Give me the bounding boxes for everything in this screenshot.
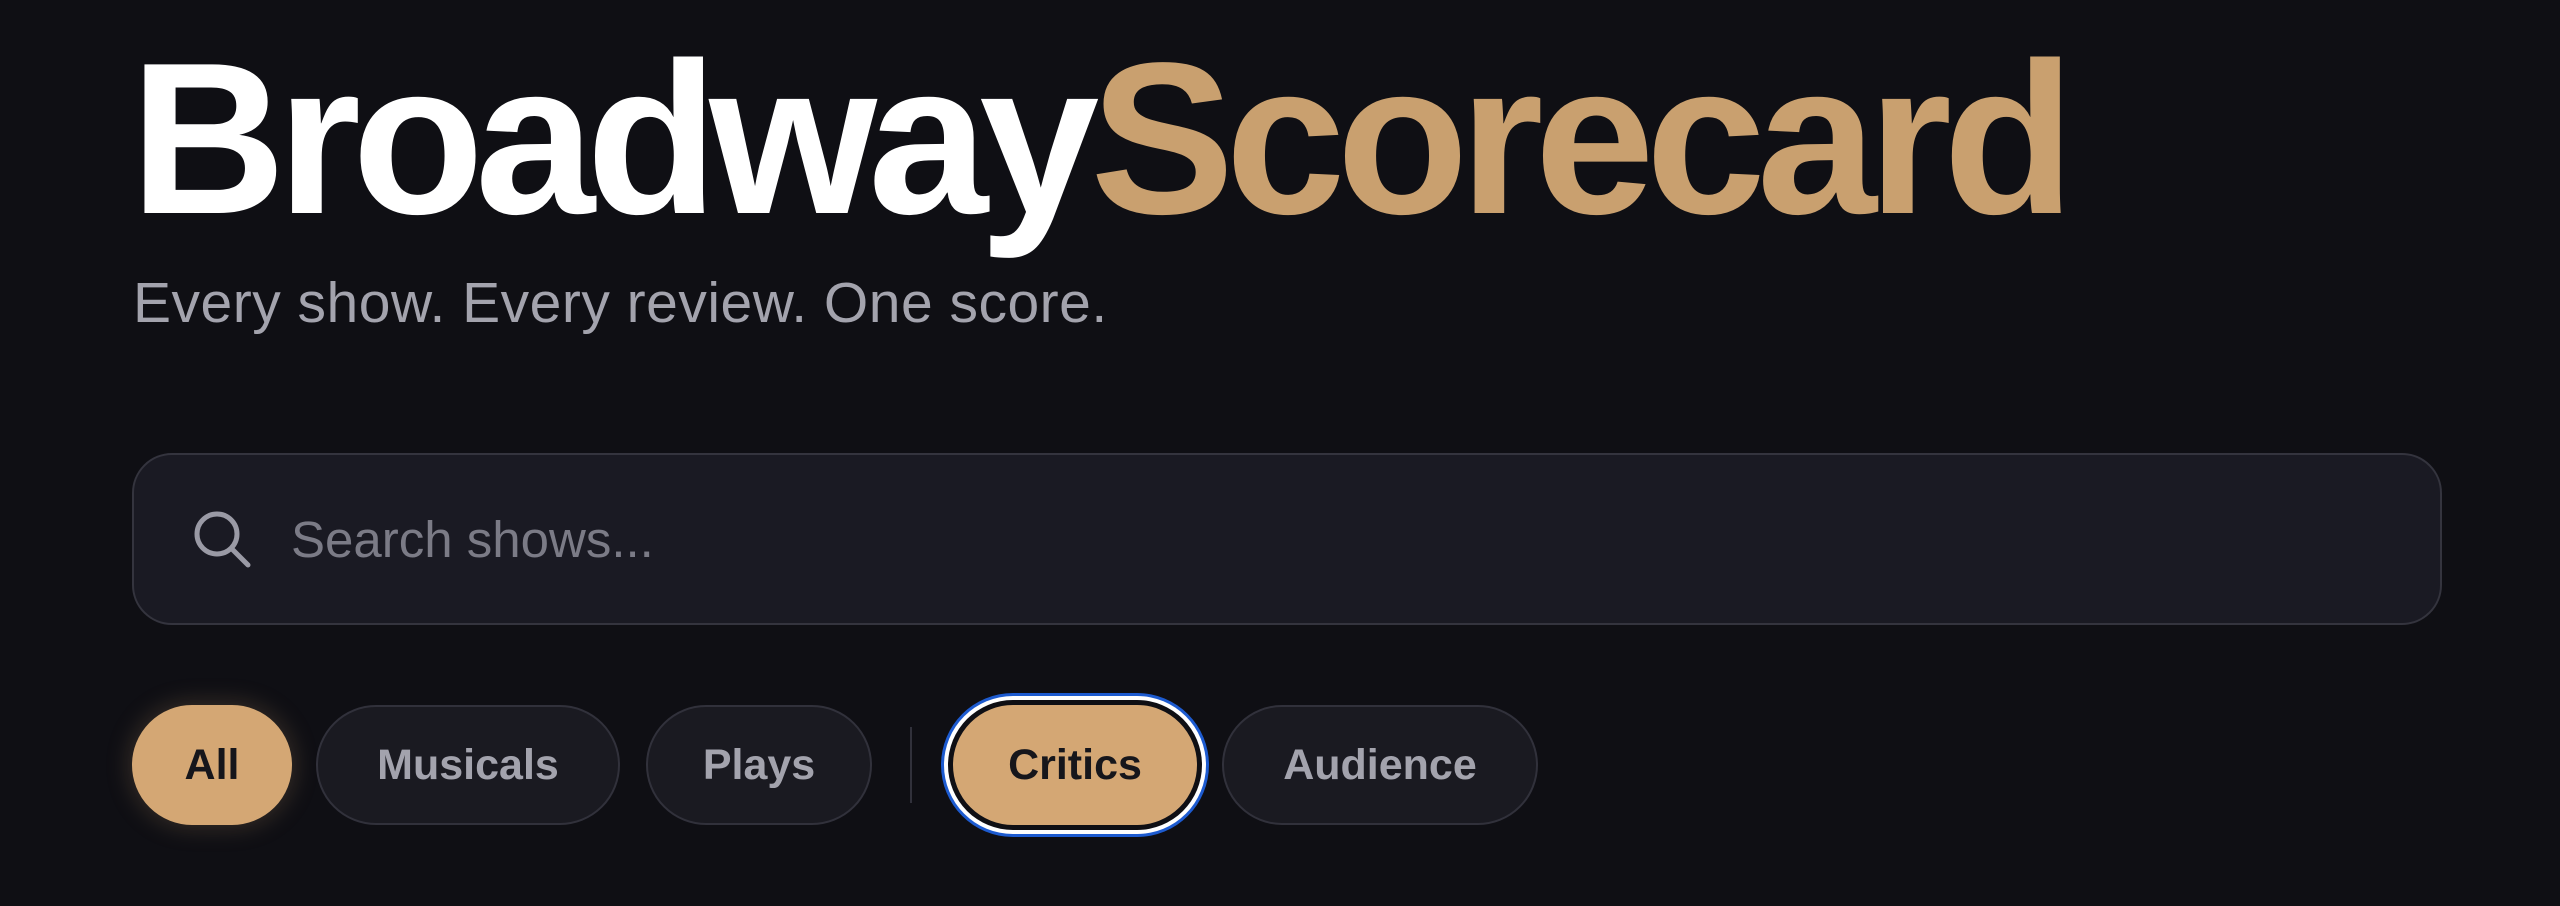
search-bar[interactable]: [132, 453, 2442, 625]
site-logo: BroadwayScorecard: [130, 30, 2075, 246]
logo-text-broadway: Broadway: [130, 17, 1099, 259]
tagline: Every show. Every review. One score.: [133, 271, 1108, 335]
filter-plays-button[interactable]: Plays: [646, 705, 872, 825]
score-audience-button[interactable]: Audience: [1222, 705, 1538, 825]
filter-musicals-button[interactable]: Musicals: [316, 705, 620, 825]
search-icon: [194, 511, 251, 568]
filter-all-button[interactable]: All: [132, 705, 292, 825]
search-input[interactable]: [291, 455, 2371, 623]
logo-text-scorecard: Scorecard: [1090, 17, 2075, 259]
filter-divider: [910, 727, 912, 803]
score-critics-button[interactable]: Critics: [953, 705, 1197, 825]
